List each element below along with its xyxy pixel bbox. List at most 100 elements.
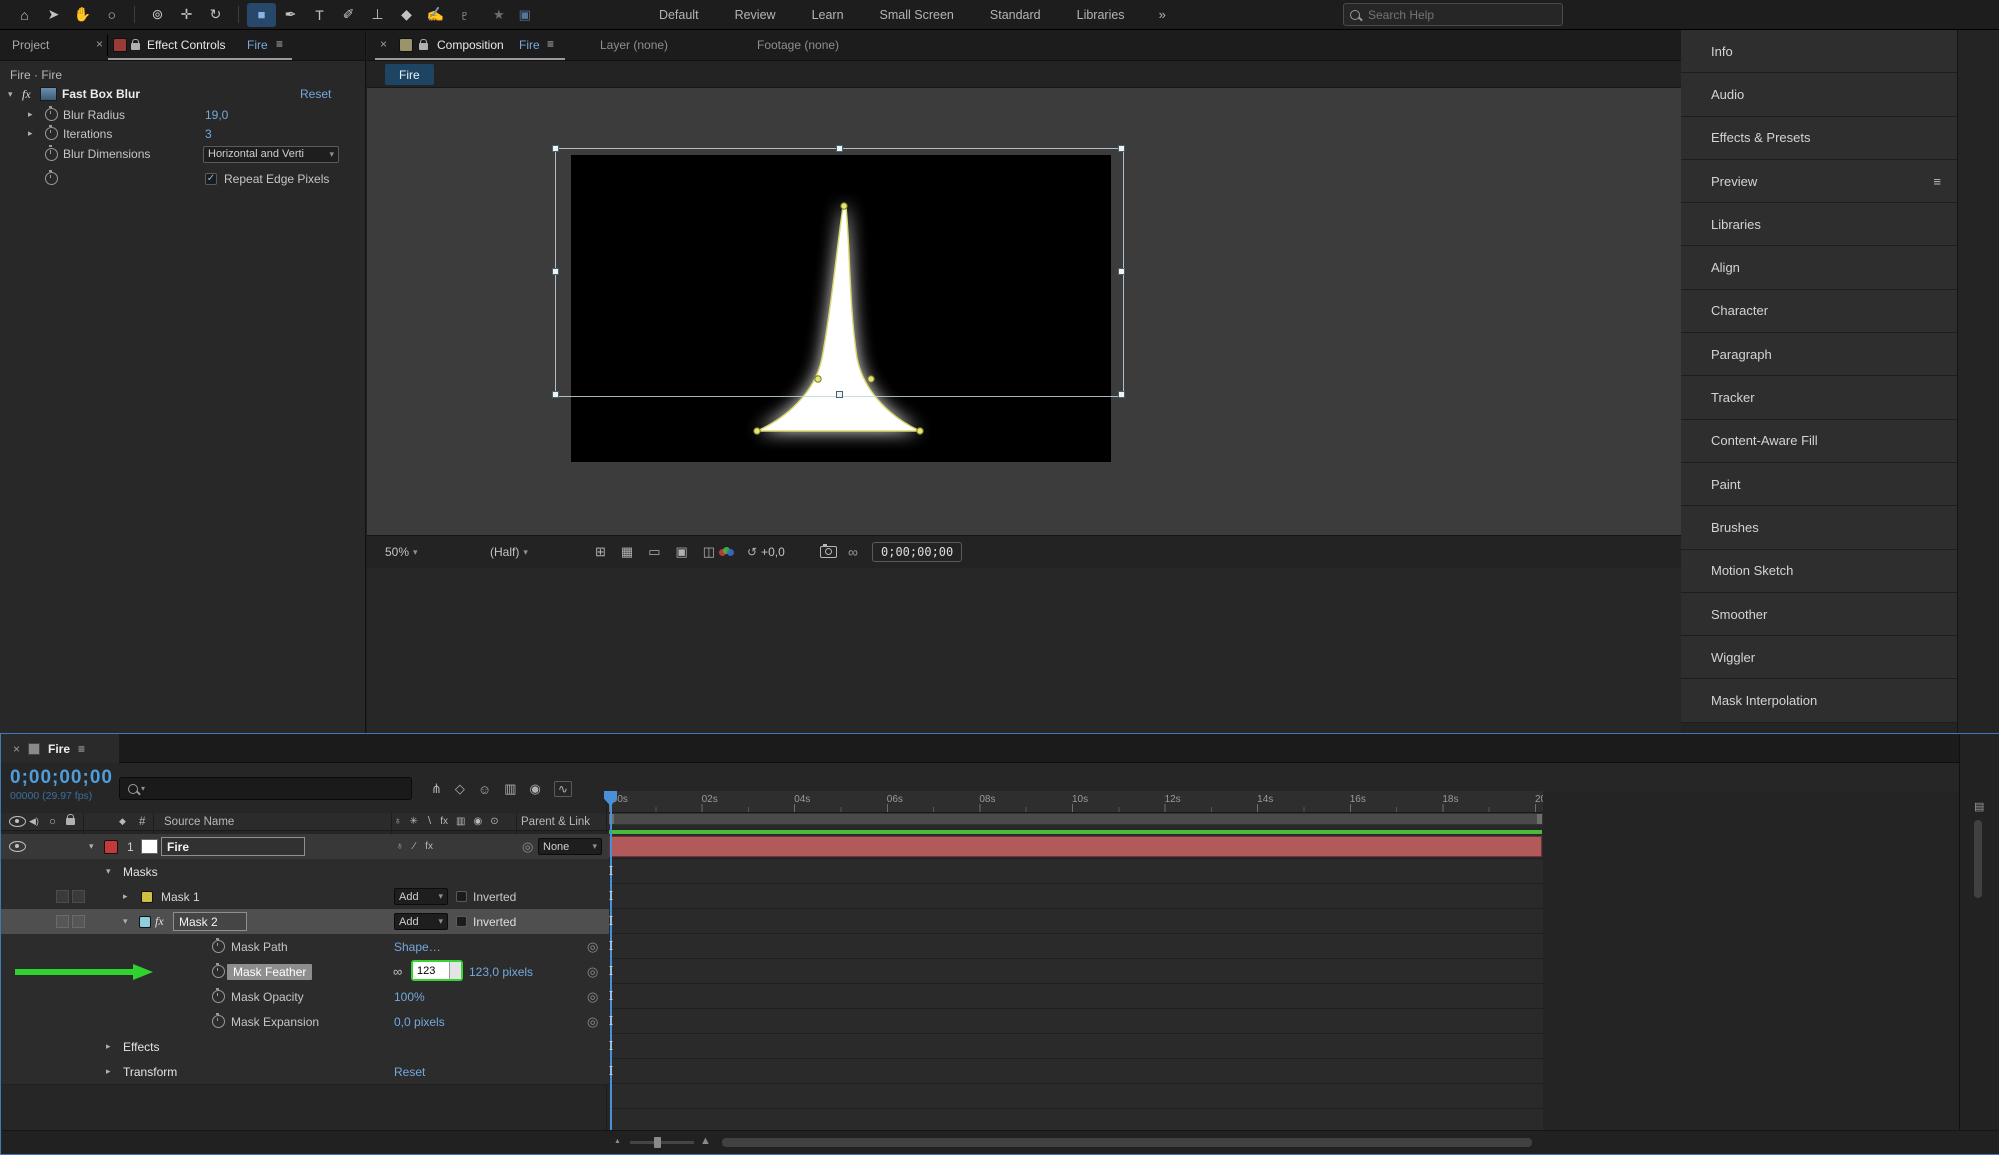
orbit-camera-tool[interactable]: ⊚ [143,3,172,27]
chevron-right-icon[interactable]: ▸ [28,109,38,120]
selection-tool[interactable]: ➤ [39,3,68,27]
panel-tab-tracker[interactable]: Tracker ≡ [1681,376,1957,419]
prop-value[interactable]: 100% [394,984,425,1009]
stopwatch-icon[interactable] [45,148,58,161]
reset-exposure-icon[interactable]: ↺ [747,545,757,559]
rectangle-tool[interactable]: ■ [247,3,276,27]
adjustment-layer-icon[interactable]: ⊙ [490,816,498,827]
source-name-column-header[interactable]: Source Name [164,813,234,830]
transform-reset-link[interactable]: Reset [394,1059,425,1084]
lock-column-header[interactable] [66,813,75,830]
feather-input-spinner[interactable] [449,962,461,979]
search-help-input[interactable] [1366,7,1520,23]
stopwatch-icon[interactable] [212,940,225,953]
bbox-handle[interactable] [1118,145,1125,152]
mask-visibility-icon[interactable]: ▣ [676,544,688,560]
workspace-tab-default[interactable]: Default [659,8,699,22]
chevron-right-icon[interactable]: ▸ [28,128,38,139]
panel-tab-paint[interactable]: Paint ≡ [1681,463,1957,506]
star-icon[interactable]: ★ [493,7,505,23]
hand-tool[interactable]: ✋ [68,3,97,27]
bbox-handle[interactable] [552,268,559,275]
label-column-header[interactable]: ◆ [119,813,126,830]
panel-menu-icon[interactable]: ≡ [276,37,283,51]
toggle-cell[interactable] [56,890,69,903]
video-column-header[interactable] [9,813,26,830]
timeline-search-input[interactable] [148,780,382,797]
tab-footage[interactable]: Footage (none) [757,38,839,52]
horizontal-scrollbar[interactable] [722,1138,1532,1147]
toolbar-divider[interactable] [134,6,135,23]
bbox-handle[interactable] [552,391,559,398]
panel-tab-paragraph[interactable]: Paragraph ≡ [1681,333,1957,376]
mask-expansion-row[interactable]: Mask Expansion 0,0 pixels ◎ [1,1009,609,1035]
bbox-handle[interactable] [1118,268,1125,275]
type-tool[interactable]: T [305,3,334,27]
comp-mini-flowchart-icon[interactable]: ⋔ [431,781,442,797]
show-snapshot-button[interactable]: ∞ [848,536,858,568]
panel-tab-libraries[interactable]: Libraries ≡ [1681,203,1957,246]
timeline-zoom-slider[interactable] [630,1141,694,1144]
chevron-right-icon[interactable]: ▸ [123,884,133,909]
current-time-display[interactable]: 0;00;00;00 [10,767,113,789]
timeline-zoom-thumb[interactable] [654,1137,661,1148]
close-icon[interactable]: × [13,742,20,756]
parent-pickwhip-icon[interactable]: ◎ [587,984,598,1009]
effects-group-row[interactable]: ▸ Effects [1,1034,609,1060]
tab-layer[interactable]: Layer (none) [600,38,668,52]
stopwatch-icon[interactable] [45,127,58,140]
mask-mode-dropdown[interactable]: Add▾ [394,913,448,930]
prop-value[interactable]: 19,0 [205,108,228,122]
prop-value[interactable]: 3 [205,127,212,141]
timeline-graph-area[interactable]: :00s02s04s06s08s10s12s14s16s18s20s I I I… [609,791,1959,1130]
clone-stamp-tool[interactable]: ⊥ [363,3,392,27]
panel-tab-wiggler[interactable]: Wiggler ≡ [1681,636,1957,679]
panel-tab-mask-interpolation[interactable]: Mask Interpolation ≡ [1681,679,1957,722]
mask-color-chip[interactable] [139,916,151,928]
eye-icon[interactable] [9,841,26,852]
quality-icon[interactable]: ∖ [426,816,432,827]
close-icon[interactable]: × [96,37,103,51]
mask2-row[interactable]: ▾ fx Mask 2 Add▾ Inverted [1,909,609,935]
chevron-down-icon[interactable]: ▾ [106,859,116,884]
frame-blend-icon[interactable]: ▥ [504,781,516,797]
panel-tab-brushes[interactable]: Brushes ≡ [1681,506,1957,549]
vertical-scrollbar[interactable] [1974,820,1982,898]
prop-value[interactable]: 0,0 pixels [394,1009,445,1034]
prop-value[interactable]: 123,0 pixels [469,959,533,984]
prop-value[interactable]: Shape… [394,934,441,959]
timeline-search-box[interactable]: ▾ [119,777,412,800]
chevron-down-icon[interactable]: ▾ [123,909,133,934]
panel-tab-smoother[interactable]: Smoother ≡ [1681,593,1957,636]
snapping-icon[interactable]: ▣ [519,7,531,23]
bbox-handle[interactable] [1118,391,1125,398]
stopwatch-icon[interactable] [212,965,225,978]
choose-grid-guides-icon[interactable]: ⊞ [595,544,606,560]
panel-tab-info[interactable]: Info ≡ [1681,30,1957,73]
mask1-row[interactable]: ▸ Mask 1 Add▾ Inverted [1,884,609,910]
number-column-header[interactable]: # [139,813,145,830]
effect-reset-link[interactable]: Reset [300,87,331,101]
shy-icon[interactable]: ♁ [394,816,402,827]
layer-duration-bar[interactable] [609,836,1542,857]
quality-switch-icon[interactable]: ∕ [414,841,416,852]
tab-composition[interactable]: Composition [437,38,504,52]
panel-tab-preview[interactable]: Preview ≡ [1681,160,1957,203]
lock-icon[interactable] [131,43,140,50]
zoom-tool[interactable]: ○ [97,3,126,27]
rotate-tool[interactable]: ↻ [201,3,230,27]
panel-tab-align[interactable]: Align ≡ [1681,246,1957,289]
channel-icon[interactable] [719,547,733,579]
lock-icon[interactable] [419,43,428,50]
layer-bounding-box[interactable] [555,148,1124,397]
tab-effect-controls[interactable]: Effect Controls [147,38,225,52]
layer-name[interactable]: Fire [161,837,305,856]
panel-tab-effects-presets[interactable]: Effects & Presets ≡ [1681,117,1957,160]
frame-blend-switch-icon[interactable]: ♁ [396,841,404,852]
fx-badge[interactable]: fx [22,87,31,102]
close-icon[interactable]: × [380,37,387,51]
workspace-tab-libraries[interactable]: Libraries [1077,8,1125,22]
tab-project[interactable]: Project [12,38,49,52]
transparency-grid-icon[interactable]: ▦ [621,544,633,560]
panel-tab-motion-sketch[interactable]: Motion Sketch ≡ [1681,550,1957,593]
